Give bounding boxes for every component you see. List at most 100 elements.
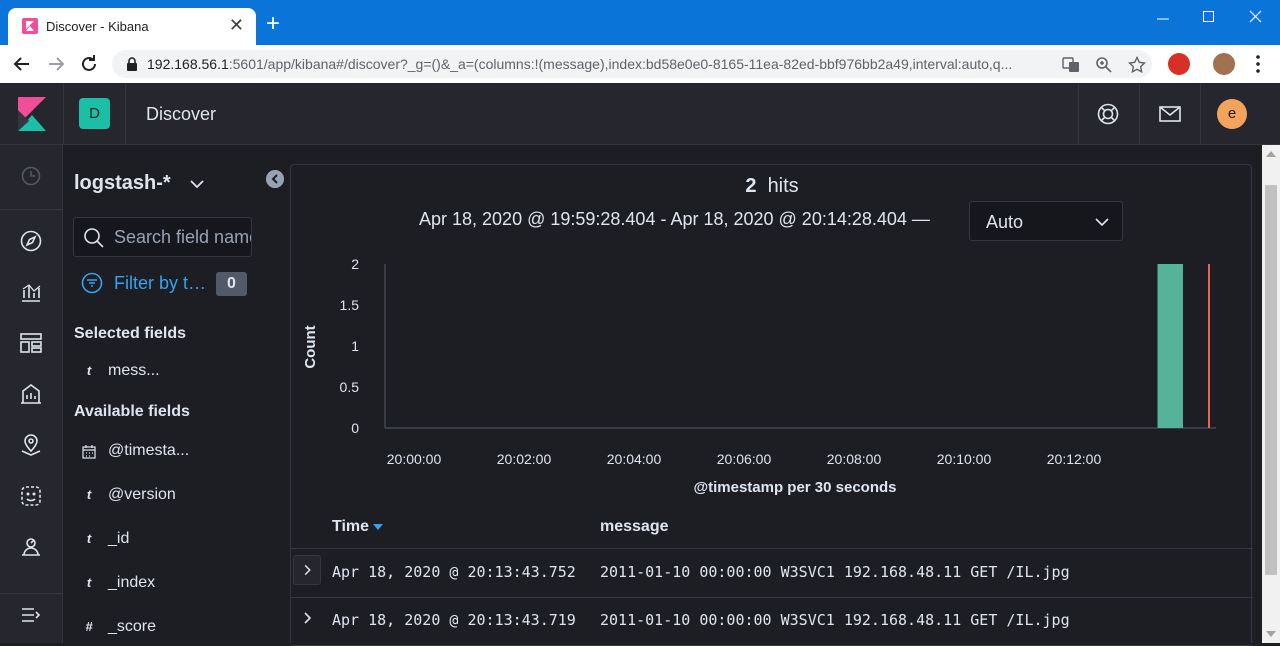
field-search-box	[73, 217, 252, 257]
field-name: mess...	[108, 362, 160, 379]
message-cell: 2011-01-10 00:00:00 W3SVC1 192.168.48.11…	[600, 563, 1070, 581]
tab-close-icon[interactable]: ✕	[229, 16, 244, 34]
selected-field-item[interactable]: t mess...	[80, 360, 280, 384]
scrollbar-thumb[interactable]	[1265, 185, 1277, 575]
field-name: _score	[108, 618, 157, 635]
page-title: Discover	[146, 104, 217, 124]
profile-avatar-icon[interactable]	[1213, 53, 1235, 75]
back-arrow-icon[interactable]	[10, 52, 34, 76]
space-avatar[interactable]: D	[79, 98, 110, 129]
index-pattern-title[interactable]: logstash-*	[74, 172, 171, 195]
field-name: _index	[108, 574, 156, 591]
window-close-icon[interactable]	[1249, 10, 1263, 24]
doc-table-header: Time message	[291, 515, 1253, 549]
x-tick-label: 20:02:00	[497, 451, 552, 467]
zoom-icon[interactable]	[1095, 56, 1113, 74]
forward-arrow-icon[interactable]	[44, 52, 68, 76]
newsfeed-mail-icon[interactable]	[1158, 102, 1182, 126]
expand-row-chevron-icon[interactable]	[293, 555, 321, 585]
nav-divider	[0, 209, 63, 210]
scroll-up-arrow-icon[interactable]	[1266, 151, 1276, 157]
user-avatar[interactable]: e	[1217, 99, 1247, 129]
y-tick-label: 2	[351, 256, 359, 272]
string-type-icon: t	[86, 575, 92, 590]
tab-title: Discover - Kibana	[46, 19, 149, 34]
sort-desc-icon[interactable]	[373, 523, 384, 530]
expand-row-chevron-icon[interactable]	[293, 603, 321, 633]
recently-viewed-clock-icon[interactable]	[19, 164, 43, 188]
browser-menu-icon[interactable]	[1246, 52, 1270, 76]
browser-toolbar: 192.168.56.1:5601/app/kibana#/discover?_…	[0, 45, 1280, 83]
field-name: @version	[108, 486, 176, 503]
nav-divider	[0, 593, 63, 594]
message-column-header[interactable]: message	[600, 518, 669, 536]
address-bar[interactable]: 192.168.56.1:5601/app/kibana#/discover?_…	[112, 50, 1152, 78]
histogram-chart: Count 2 1.5 1 0.5 0 20:00:00 20:02:00 20:04:00…	[302, 256, 1216, 496]
x-tick-label: 20:04:00	[607, 451, 662, 467]
table-row: Apr 18, 2020 @ 20:13:43.719 2011-01-10 0…	[291, 598, 1253, 646]
histogram-bar[interactable]	[1157, 264, 1184, 428]
dashboard-icon[interactable]	[19, 331, 43, 355]
x-tick-label: 20:00:00	[387, 451, 442, 467]
available-fields-title: Available fields	[74, 403, 190, 420]
browser-tabstrip: Discover - Kibana ✕ +	[0, 0, 1280, 45]
available-field-item[interactable]: t _index	[80, 572, 280, 596]
page-scrollbar[interactable]	[1262, 145, 1280, 643]
translate-icon[interactable]	[1062, 56, 1080, 74]
collapse-sidebar-icon[interactable]	[266, 170, 284, 188]
chevron-down-icon[interactable]	[188, 175, 206, 193]
available-field-item[interactable]: t _id	[80, 528, 280, 552]
interval-value: Auto	[986, 212, 1024, 232]
x-tick-label: 20:10:00	[937, 451, 992, 467]
maps-pin-icon[interactable]	[19, 433, 43, 457]
x-axis-label: @timestamp per 30 seconds	[693, 479, 896, 496]
url-text: 192.168.56.1:5601/app/kibana#/discover?_…	[147, 56, 1067, 72]
time-cell: Apr 18, 2020 @ 20:13:43.752	[332, 563, 576, 581]
minimize-icon[interactable]	[1156, 12, 1170, 26]
lock-icon	[127, 57, 137, 71]
scroll-down-arrow-icon[interactable]	[1266, 631, 1276, 637]
string-type-icon: t	[86, 363, 92, 378]
search-icon	[84, 228, 104, 248]
time-column-label: Time	[332, 518, 370, 535]
table-row: Apr 18, 2020 @ 20:13:43.752 2011-01-10 0…	[291, 550, 1253, 598]
kibana-favicon-icon	[22, 18, 38, 34]
interval-select[interactable]: Auto	[969, 201, 1123, 241]
bookmark-star-icon[interactable]	[1128, 56, 1146, 74]
y-axis-label: Count	[302, 325, 319, 368]
maximize-icon[interactable]	[1202, 10, 1216, 24]
time-column-header[interactable]: Time	[332, 518, 384, 536]
available-field-item[interactable]: # _score	[80, 616, 280, 640]
url-path: :5601/app/kibana#/discover?_g=()&_a=(col…	[228, 56, 1013, 72]
field-sidebar: logstash-* Filter by type 0 Selected fie…	[63, 145, 290, 643]
canvas-icon[interactable]	[19, 382, 43, 406]
field-search-input[interactable]	[114, 218, 251, 256]
available-field-item[interactable]: @timesta...	[80, 440, 280, 464]
y-tick-label: 0	[351, 420, 359, 436]
header-divider	[1139, 83, 1140, 145]
number-type-icon: #	[85, 619, 93, 634]
header-divider	[63, 83, 64, 145]
time-cell: Apr 18, 2020 @ 20:13:43.719	[332, 611, 576, 629]
help-lifebuoy-icon[interactable]	[1096, 102, 1120, 126]
kibana-logo-icon[interactable]	[18, 97, 46, 131]
hits-number: 2	[745, 175, 757, 197]
x-tick-label: 20:12:00	[1047, 451, 1102, 467]
machine-learning-icon[interactable]	[19, 484, 43, 508]
header-divider	[1200, 83, 1201, 145]
reload-icon[interactable]	[77, 52, 101, 76]
discover-compass-icon[interactable]	[19, 229, 43, 253]
filter-count-badge: 0	[216, 272, 247, 296]
metrics-icon[interactable]	[19, 535, 43, 559]
visualize-chart-icon[interactable]	[19, 280, 43, 304]
adblock-extension-icon[interactable]	[1168, 53, 1190, 75]
hits-count: 2 hits	[291, 175, 1253, 198]
kibana-header: D Discover e	[0, 83, 1280, 145]
hits-label: hits	[767, 175, 799, 197]
y-tick-label: 1	[351, 338, 359, 354]
browser-tab[interactable]: Discover - Kibana ✕	[8, 8, 256, 45]
new-tab-button[interactable]: +	[266, 12, 280, 36]
available-field-item[interactable]: t @version	[80, 484, 280, 508]
x-tick-label: 20:08:00	[827, 451, 882, 467]
collapse-nav-icon[interactable]	[19, 603, 43, 627]
